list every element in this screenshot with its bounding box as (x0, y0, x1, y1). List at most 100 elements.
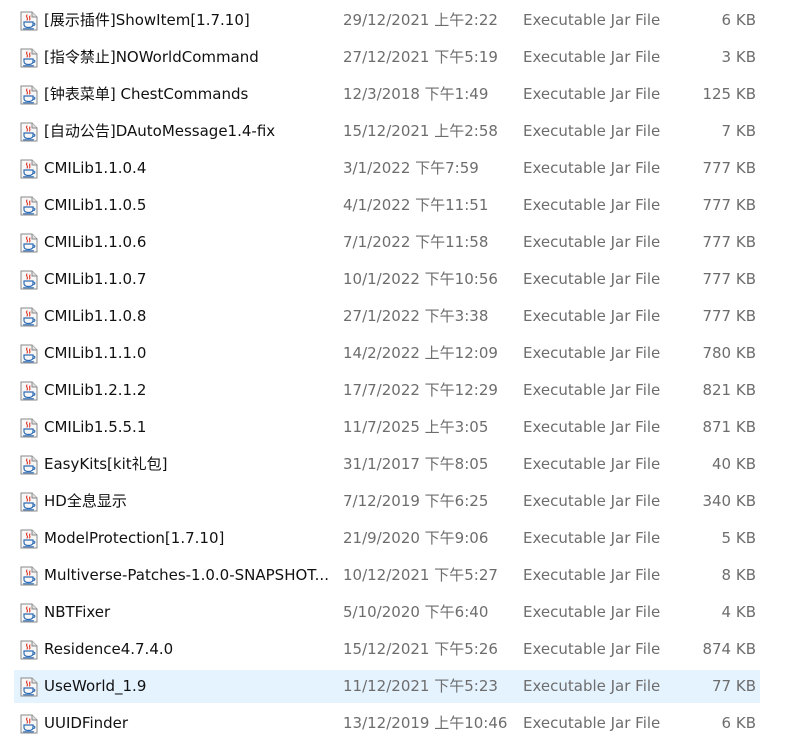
file-date-modified: 13/12/2019 上午10:46 (343, 714, 508, 732)
file-name: Residence4.7.4.0 (44, 640, 174, 658)
file-type: Executable Jar File (523, 381, 661, 399)
java-jar-icon (20, 677, 38, 697)
java-jar-icon (20, 233, 38, 253)
java-jar-icon (20, 381, 38, 401)
file-name: [展示插件]ShowItem[1.7.10] (44, 11, 250, 29)
file-row[interactable]: [展示插件]ShowItem[1.7.10] 29/12/2021 上午2:22 E… (14, 4, 760, 37)
file-row[interactable]: CMILib1.1.0.8 27/1/2022 下午3:38 Executable … (14, 300, 760, 333)
file-size: 40 KB (712, 455, 756, 473)
file-name: [指令禁止]NOWorldCommand (44, 48, 259, 66)
file-row[interactable]: HD全息显示 7/12/2019 下午6:25 Executable Jar Fil… (14, 485, 760, 518)
java-jar-icon (20, 455, 38, 475)
file-size: 821 KB (702, 381, 756, 399)
file-date-modified: 29/12/2021 上午2:22 (343, 11, 498, 29)
file-size: 777 KB (702, 270, 756, 288)
file-row[interactable]: CMILib1.1.0.6 7/1/2022 下午11:58 Executable … (14, 226, 760, 259)
file-type: Executable Jar File (523, 122, 661, 140)
file-name: CMILib1.1.0.5 (44, 196, 147, 214)
file-size: 777 KB (702, 159, 756, 177)
file-date-modified: 10/12/2021 下午5:27 (343, 566, 498, 584)
file-date-modified: 17/7/2022 下午12:29 (343, 381, 498, 399)
file-type: Executable Jar File (523, 196, 661, 214)
file-name: UUIDFinder (44, 714, 129, 732)
file-size: 8 KB (721, 566, 756, 584)
file-type: Executable Jar File (523, 344, 661, 362)
file-name: UseWorld_1.9 (44, 677, 147, 695)
file-date-modified: 7/12/2019 下午6:25 (343, 492, 489, 510)
file-date-modified: 11/12/2021 下午5:23 (343, 677, 498, 695)
java-jar-icon (20, 122, 38, 142)
file-row[interactable]: CMILib1.2.1.2 17/7/2022 下午12:29 Executable… (14, 374, 760, 407)
file-row[interactable]: CMILib1.5.5.1 11/7/2025 上午3:05 Executable … (14, 411, 760, 444)
file-name: [钟表菜单] ChestCommands (44, 85, 249, 103)
java-jar-icon (20, 11, 38, 31)
file-name: NBTFixer (44, 603, 111, 621)
file-size: 777 KB (702, 233, 756, 251)
file-row[interactable]: [自动公告]DAutoMessage1.4-fix 15/12/2021 上午2:… (14, 115, 760, 148)
file-size: 340 KB (702, 492, 756, 510)
file-date-modified: 27/1/2022 下午3:38 (343, 307, 489, 325)
file-date-modified: 15/12/2021 下午5:26 (343, 640, 498, 658)
file-type: Executable Jar File (523, 603, 661, 621)
file-size: 6 KB (721, 11, 756, 29)
file-row[interactable]: EasyKits[kit礼包] 31/1/2017 下午8:05 Executabl… (14, 448, 760, 481)
java-jar-icon (20, 714, 38, 734)
file-row[interactable]: CMILib1.1.0.5 4/1/2022 下午11:51 Executable … (14, 189, 760, 222)
file-row[interactable]: Residence4.7.4.0 15/12/2021 下午5:26 Executa… (14, 633, 760, 666)
java-jar-icon (20, 566, 38, 586)
file-type: Executable Jar File (523, 640, 661, 658)
file-type: Executable Jar File (523, 307, 661, 325)
file-date-modified: 3/1/2022 下午7:59 (343, 159, 479, 177)
file-size: 5 KB (721, 529, 756, 547)
java-jar-icon (20, 640, 38, 660)
java-jar-icon (20, 270, 38, 290)
file-row[interactable]: CMILib1.1.1.0 14/2/2022 上午12:09 Executable… (14, 337, 760, 370)
java-jar-icon (20, 196, 38, 216)
file-type: Executable Jar File (523, 677, 661, 695)
file-row[interactable]: Multiverse-Patches-1.0.0-SNAPSHOT... 10/1… (14, 559, 760, 592)
file-size: 874 KB (702, 640, 756, 658)
file-name: [自动公告]DAutoMessage1.4-fix (44, 122, 276, 140)
file-row[interactable]: ModelProtection[1.7.10] 21/9/2020 下午9:06 E… (14, 522, 760, 555)
file-type: Executable Jar File (523, 492, 661, 510)
java-jar-icon (20, 48, 38, 68)
file-type: Executable Jar File (523, 85, 661, 103)
file-date-modified: 14/2/2022 上午12:09 (343, 344, 498, 362)
file-size: 77 KB (712, 677, 756, 695)
file-date-modified: 5/10/2020 下午6:40 (343, 603, 489, 621)
file-row[interactable]: [钟表菜单] ChestCommands 12/3/2018 下午1:49 Exec… (14, 78, 760, 111)
file-size: 871 KB (702, 418, 756, 436)
java-jar-icon (20, 492, 38, 512)
file-date-modified: 10/1/2022 下午10:56 (343, 270, 498, 288)
file-size: 780 KB (702, 344, 756, 362)
file-name: CMILib1.1.0.7 (44, 270, 147, 288)
file-type: Executable Jar File (523, 418, 661, 436)
file-type: Executable Jar File (523, 48, 661, 66)
file-size: 3 KB (721, 48, 756, 66)
file-size: 6 KB (721, 714, 756, 732)
file-type: Executable Jar File (523, 11, 661, 29)
file-name: CMILib1.1.0.8 (44, 307, 147, 325)
file-size: 777 KB (702, 196, 756, 214)
file-date-modified: 21/9/2020 下午9:06 (343, 529, 489, 547)
java-jar-icon (20, 529, 38, 549)
file-type: Executable Jar File (523, 233, 661, 251)
file-row[interactable]: [指令禁止]NOWorldCommand 27/12/2021 下午5:19 Exe… (14, 41, 760, 74)
file-name: EasyKits[kit礼包] (44, 455, 168, 473)
java-jar-icon (20, 159, 38, 179)
file-name: CMILib1.1.1.0 (44, 344, 147, 362)
file-row[interactable]: UUIDFinder 13/12/2019 上午10:46 Executable J… (14, 707, 760, 740)
file-date-modified: 7/1/2022 下午11:58 (343, 233, 489, 251)
file-row[interactable]: UseWorld_1.9 11/12/2021 下午5:23 Executable … (14, 670, 760, 703)
file-row[interactable]: CMILib1.1.0.7 10/1/2022 下午10:56 Executable… (14, 263, 760, 296)
java-jar-icon (20, 307, 38, 327)
java-jar-icon (20, 344, 38, 364)
file-date-modified: 15/12/2021 上午2:58 (343, 122, 498, 140)
file-row[interactable]: NBTFixer 5/10/2020 下午6:40 Executable Jar F… (14, 596, 760, 629)
file-type: Executable Jar File (523, 455, 661, 473)
file-name: CMILib1.2.1.2 (44, 381, 147, 399)
file-row[interactable]: CMILib1.1.0.4 3/1/2022 下午7:59 Executable J… (14, 152, 760, 185)
file-date-modified: 12/3/2018 下午1:49 (343, 85, 489, 103)
file-date-modified: 31/1/2017 下午8:05 (343, 455, 489, 473)
file-name: CMILib1.1.0.6 (44, 233, 147, 251)
